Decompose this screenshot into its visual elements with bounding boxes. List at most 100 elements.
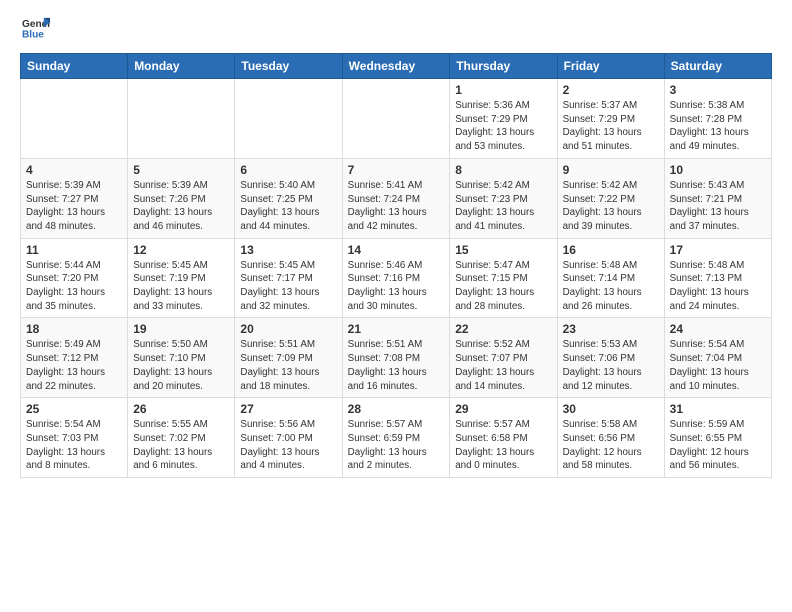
day-cell: 30 Sunrise: 5:58 AM Sunset: 6:56 PM Dayli… — [557, 398, 664, 478]
day-info: Sunrise: 5:43 AM Sunset: 7:21 PM Dayligh… — [670, 179, 766, 234]
day-info: Sunrise: 5:42 AM Sunset: 7:23 PM Dayligh… — [455, 179, 551, 234]
day-number: 4 — [26, 163, 122, 177]
day-number: 31 — [670, 402, 766, 416]
day-number: 11 — [26, 243, 122, 257]
day-cell — [342, 79, 450, 159]
day-info: Sunrise: 5:57 AM Sunset: 6:58 PM Dayligh… — [455, 418, 551, 473]
day-cell: 29Sunrise: 5:57 AM Sunset: 6:58 PM Dayli… — [450, 398, 557, 478]
day-info: Sunrise: 5:48 AM Sunset: 7:13 PM Dayligh… — [670, 259, 766, 314]
day-cell: 13 Sunrise: 5:45 AM Sunset: 7:17 PM Dayli… — [235, 238, 342, 318]
day-cell — [235, 79, 342, 159]
day-cell: 16 Sunrise: 5:48 AM Sunset: 7:14 PM Dayli… — [557, 238, 664, 318]
day-cell: 7Sunrise: 5:41 AM Sunset: 7:24 PM Daylig… — [342, 158, 450, 238]
day-number: 15 — [455, 243, 551, 257]
day-number: 10 — [670, 163, 766, 177]
day-cell: 2 Sunrise: 5:37 AM Sunset: 7:29 PM Daylig… — [557, 79, 664, 159]
header: General Blue — [20, 16, 772, 45]
day-info: Sunrise: 5:41 AM Sunset: 7:24 PM Dayligh… — [348, 179, 445, 234]
day-number: 6 — [240, 163, 336, 177]
day-number: 17 — [670, 243, 766, 257]
day-info: Sunrise: 5:52 AM Sunset: 7:07 PM Dayligh… — [455, 338, 551, 393]
weekday-header-monday: Monday — [128, 54, 235, 79]
day-cell: 12 Sunrise: 5:45 AM Sunset: 7:19 PM Dayli… — [128, 238, 235, 318]
day-number: 9 — [563, 163, 659, 177]
day-info: Sunrise: 5:57 AM Sunset: 6:59 PM Dayligh… — [348, 418, 445, 473]
day-info: Sunrise: 5:51 AM Sunset: 7:09 PM Dayligh… — [240, 338, 336, 393]
day-info: Sunrise: 5:36 AM Sunset: 7:29 PM Dayligh… — [455, 99, 551, 154]
day-number: 30 — [563, 402, 659, 416]
day-number: 26 — [133, 402, 229, 416]
day-cell: 8 Sunrise: 5:42 AM Sunset: 7:23 PM Daylig… — [450, 158, 557, 238]
day-info: Sunrise: 5:56 AM Sunset: 7:00 PM Dayligh… — [240, 418, 336, 473]
day-cell: 9Sunrise: 5:42 AM Sunset: 7:22 PM Daylig… — [557, 158, 664, 238]
day-info: Sunrise: 5:47 AM Sunset: 7:15 PM Dayligh… — [455, 259, 551, 314]
day-number: 3 — [670, 83, 766, 97]
day-cell — [128, 79, 235, 159]
day-cell: 28 Sunrise: 5:57 AM Sunset: 6:59 PM Dayli… — [342, 398, 450, 478]
day-number: 27 — [240, 402, 336, 416]
day-info: Sunrise: 5:58 AM Sunset: 6:56 PM Dayligh… — [563, 418, 659, 473]
day-cell: 4 Sunrise: 5:39 AM Sunset: 7:27 PM Daylig… — [21, 158, 128, 238]
weekday-header-friday: Friday — [557, 54, 664, 79]
day-info: Sunrise: 5:54 AM Sunset: 7:03 PM Dayligh… — [26, 418, 122, 473]
day-number: 16 — [563, 243, 659, 257]
day-number: 13 — [240, 243, 336, 257]
week-row-5: 25 Sunrise: 5:54 AM Sunset: 7:03 PM Dayli… — [21, 398, 772, 478]
day-info: Sunrise: 5:50 AM Sunset: 7:10 PM Dayligh… — [133, 338, 229, 393]
day-cell: 1 Sunrise: 5:36 AM Sunset: 7:29 PM Daylig… — [450, 79, 557, 159]
day-cell: 19 Sunrise: 5:50 AM Sunset: 7:10 PM Dayli… — [128, 318, 235, 398]
day-info: Sunrise: 5:45 AM Sunset: 7:19 PM Dayligh… — [133, 259, 229, 314]
day-info: Sunrise: 5:45 AM Sunset: 7:17 PM Dayligh… — [240, 259, 336, 314]
logo-icon: General Blue — [22, 16, 50, 40]
day-cell: 20 Sunrise: 5:51 AM Sunset: 7:09 PM Dayli… — [235, 318, 342, 398]
day-info: Sunrise: 5:59 AM Sunset: 6:55 PM Dayligh… — [670, 418, 766, 473]
day-cell: 14Sunrise: 5:46 AM Sunset: 7:16 PM Dayli… — [342, 238, 450, 318]
day-number: 18 — [26, 322, 122, 336]
day-info: Sunrise: 5:40 AM Sunset: 7:25 PM Dayligh… — [240, 179, 336, 234]
day-number: 22 — [455, 322, 551, 336]
day-number: 20 — [240, 322, 336, 336]
weekday-header-tuesday: Tuesday — [235, 54, 342, 79]
day-cell: 17 Sunrise: 5:48 AM Sunset: 7:13 PM Dayli… — [664, 238, 771, 318]
day-cell: 24Sunrise: 5:54 AM Sunset: 7:04 PM Dayli… — [664, 318, 771, 398]
day-cell: 11 Sunrise: 5:44 AM Sunset: 7:20 PM Dayli… — [21, 238, 128, 318]
day-number: 21 — [348, 322, 445, 336]
day-cell: 6 Sunrise: 5:40 AM Sunset: 7:25 PM Daylig… — [235, 158, 342, 238]
day-info: Sunrise: 5:37 AM Sunset: 7:29 PM Dayligh… — [563, 99, 659, 154]
day-info: Sunrise: 5:46 AM Sunset: 7:16 PM Dayligh… — [348, 259, 445, 314]
day-cell: 25 Sunrise: 5:54 AM Sunset: 7:03 PM Dayli… — [21, 398, 128, 478]
svg-text:Blue: Blue — [22, 29, 44, 40]
week-row-4: 18 Sunrise: 5:49 AM Sunset: 7:12 PM Dayli… — [21, 318, 772, 398]
day-number: 28 — [348, 402, 445, 416]
day-info: Sunrise: 5:39 AM Sunset: 7:26 PM Dayligh… — [133, 179, 229, 234]
day-number: 19 — [133, 322, 229, 336]
day-cell — [21, 79, 128, 159]
day-info: Sunrise: 5:51 AM Sunset: 7:08 PM Dayligh… — [348, 338, 445, 393]
day-number: 1 — [455, 83, 551, 97]
week-row-3: 11 Sunrise: 5:44 AM Sunset: 7:20 PM Dayli… — [21, 238, 772, 318]
day-number: 23 — [563, 322, 659, 336]
day-cell: 23 Sunrise: 5:53 AM Sunset: 7:06 PM Dayli… — [557, 318, 664, 398]
day-number: 25 — [26, 402, 122, 416]
day-cell: 5 Sunrise: 5:39 AM Sunset: 7:26 PM Daylig… — [128, 158, 235, 238]
day-info: Sunrise: 5:54 AM Sunset: 7:04 PM Dayligh… — [670, 338, 766, 393]
day-cell: 22 Sunrise: 5:52 AM Sunset: 7:07 PM Dayli… — [450, 318, 557, 398]
day-info: Sunrise: 5:49 AM Sunset: 7:12 PM Dayligh… — [26, 338, 122, 393]
week-row-1: 1 Sunrise: 5:36 AM Sunset: 7:29 PM Daylig… — [21, 79, 772, 159]
day-cell: 31 Sunrise: 5:59 AM Sunset: 6:55 PM Dayli… — [664, 398, 771, 478]
day-number: 2 — [563, 83, 659, 97]
day-cell: 18 Sunrise: 5:49 AM Sunset: 7:12 PM Dayli… — [21, 318, 128, 398]
weekday-header-sunday: Sunday — [21, 54, 128, 79]
day-cell: 26Sunrise: 5:55 AM Sunset: 7:02 PM Dayli… — [128, 398, 235, 478]
day-info: Sunrise: 5:38 AM Sunset: 7:28 PM Dayligh… — [670, 99, 766, 154]
day-info: Sunrise: 5:48 AM Sunset: 7:14 PM Dayligh… — [563, 259, 659, 314]
day-info: Sunrise: 5:39 AM Sunset: 7:27 PM Dayligh… — [26, 179, 122, 234]
day-info: Sunrise: 5:44 AM Sunset: 7:20 PM Dayligh… — [26, 259, 122, 314]
day-info: Sunrise: 5:53 AM Sunset: 7:06 PM Dayligh… — [563, 338, 659, 393]
calendar: SundayMondayTuesdayWednesdayThursdayFrid… — [20, 53, 772, 478]
day-number: 12 — [133, 243, 229, 257]
day-number: 5 — [133, 163, 229, 177]
day-number: 8 — [455, 163, 551, 177]
weekday-header-saturday: Saturday — [664, 54, 771, 79]
weekday-header-row: SundayMondayTuesdayWednesdayThursdayFrid… — [21, 54, 772, 79]
